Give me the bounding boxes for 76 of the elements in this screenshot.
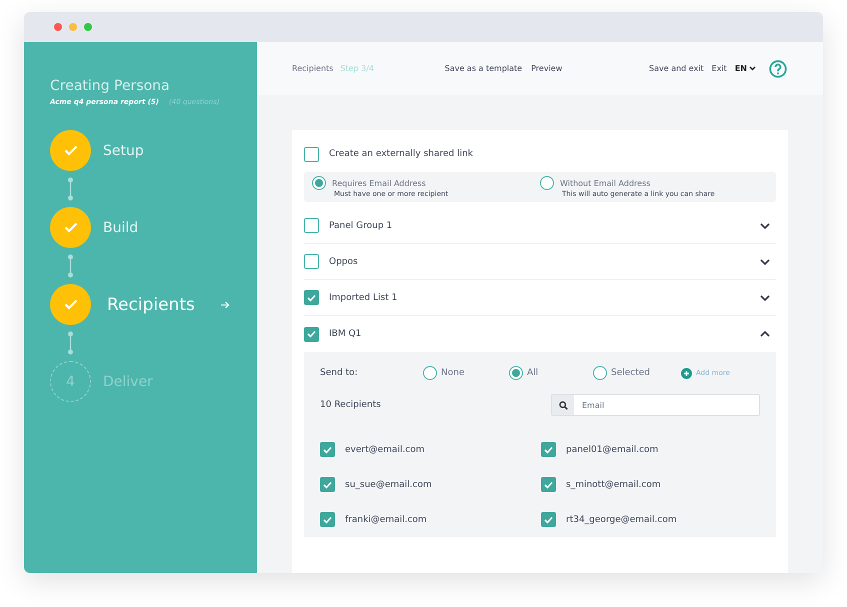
group-name: IBM Q1: [329, 329, 362, 339]
checkmark-icon: [307, 294, 316, 302]
chevron-down-icon[interactable]: [760, 222, 770, 228]
checkbox[interactable]: [320, 442, 335, 457]
step-connector-icon: [66, 254, 75, 278]
step-done-circle[interactable]: [50, 207, 91, 248]
recipient-email: su_sue@email.com: [345, 480, 432, 490]
step-label[interactable]: Setup: [103, 142, 144, 158]
checkmark-icon: [307, 330, 316, 338]
header-link[interactable]: Preview: [531, 64, 562, 73]
group-name: Oppos: [329, 256, 359, 266]
checkmark-icon: [544, 480, 553, 488]
send-to-label: Send to:: [320, 368, 359, 378]
checkbox[interactable]: [304, 146, 319, 162]
checkbox[interactable]: [541, 512, 556, 527]
search-icon: [558, 400, 568, 410]
recipient-email: franki@email.com: [345, 514, 427, 524]
shared-link-label: Create an externally shared link: [329, 149, 474, 159]
checkbox[interactable]: [320, 512, 335, 527]
checkmark-icon: [64, 299, 78, 310]
checkbox[interactable]: [304, 218, 319, 233]
checkbox[interactable]: [304, 290, 319, 305]
recipient-email: s_minott@email.com: [566, 480, 661, 490]
step-done-circle[interactable]: [50, 130, 91, 171]
group-name: Panel Group 1: [329, 220, 394, 230]
step-connector-icon: [66, 331, 75, 355]
checkbox[interactable]: [304, 326, 319, 342]
group-name: Imported List 1: [329, 292, 398, 302]
recipient-email: panel01@email.com: [566, 444, 658, 454]
checkbox[interactable]: [304, 254, 319, 269]
checkmark-icon: [64, 145, 78, 156]
header-link[interactable]: Save and exit: [649, 64, 704, 73]
breadcrumb: Recipients: [292, 64, 334, 73]
checkbox[interactable]: [541, 477, 556, 492]
step-label[interactable]: Deliver: [103, 374, 153, 390]
checkmark-icon: [323, 480, 332, 488]
radio-label: All: [527, 368, 538, 378]
recipient-count: 10 Recipients: [320, 400, 381, 410]
checkmark-icon: [323, 516, 332, 524]
step-label[interactable]: Recipients: [107, 294, 195, 314]
arrow-right-icon: [220, 300, 230, 308]
help-icon[interactable]: [769, 60, 787, 78]
radio-button[interactable]: [312, 176, 326, 190]
window-maximize-icon[interactable]: [84, 23, 92, 31]
sidebar-title: Creating Persona: [50, 78, 171, 94]
email-search-field[interactable]: Email: [551, 394, 760, 416]
radio-button[interactable]: [509, 366, 523, 380]
radio-button[interactable]: [593, 366, 607, 380]
header-link[interactable]: Save as a template: [444, 64, 522, 73]
recipient-email: rt34_george@email.com: [566, 514, 677, 524]
checkmark-icon: [323, 446, 332, 454]
step-indicator: Step 3/4: [340, 64, 374, 73]
checkbox[interactable]: [320, 477, 335, 492]
step-number-circle[interactable]: 4: [50, 361, 91, 402]
step-label[interactable]: Build: [103, 220, 138, 236]
step-connector-icon: [66, 177, 75, 201]
chevron-up-icon[interactable]: [760, 331, 770, 337]
radio-button[interactable]: [540, 176, 554, 190]
radio-label: Selected: [611, 368, 650, 378]
chevron-down-icon[interactable]: [760, 294, 770, 300]
language-selector[interactable]: EN: [734, 64, 756, 73]
radio-button[interactable]: [423, 366, 437, 380]
checkmark-icon: [64, 222, 78, 233]
option-title: Without Email Address: [560, 178, 652, 188]
chevron-down-icon: [749, 66, 756, 71]
header-link[interactable]: Exit: [712, 64, 727, 73]
radio-label: None: [441, 368, 464, 378]
checkmark-icon: [544, 446, 553, 454]
recipient-email: evert@email.com: [345, 444, 425, 454]
plus-icon: [681, 368, 692, 378]
window-close-icon[interactable]: [54, 23, 62, 31]
checkbox[interactable]: [541, 442, 556, 457]
checkmark-icon: [544, 516, 553, 524]
step-done-circle[interactable]: [50, 284, 91, 325]
option-title: Requires Email Address: [332, 178, 427, 188]
chevron-down-icon[interactable]: [760, 258, 770, 264]
